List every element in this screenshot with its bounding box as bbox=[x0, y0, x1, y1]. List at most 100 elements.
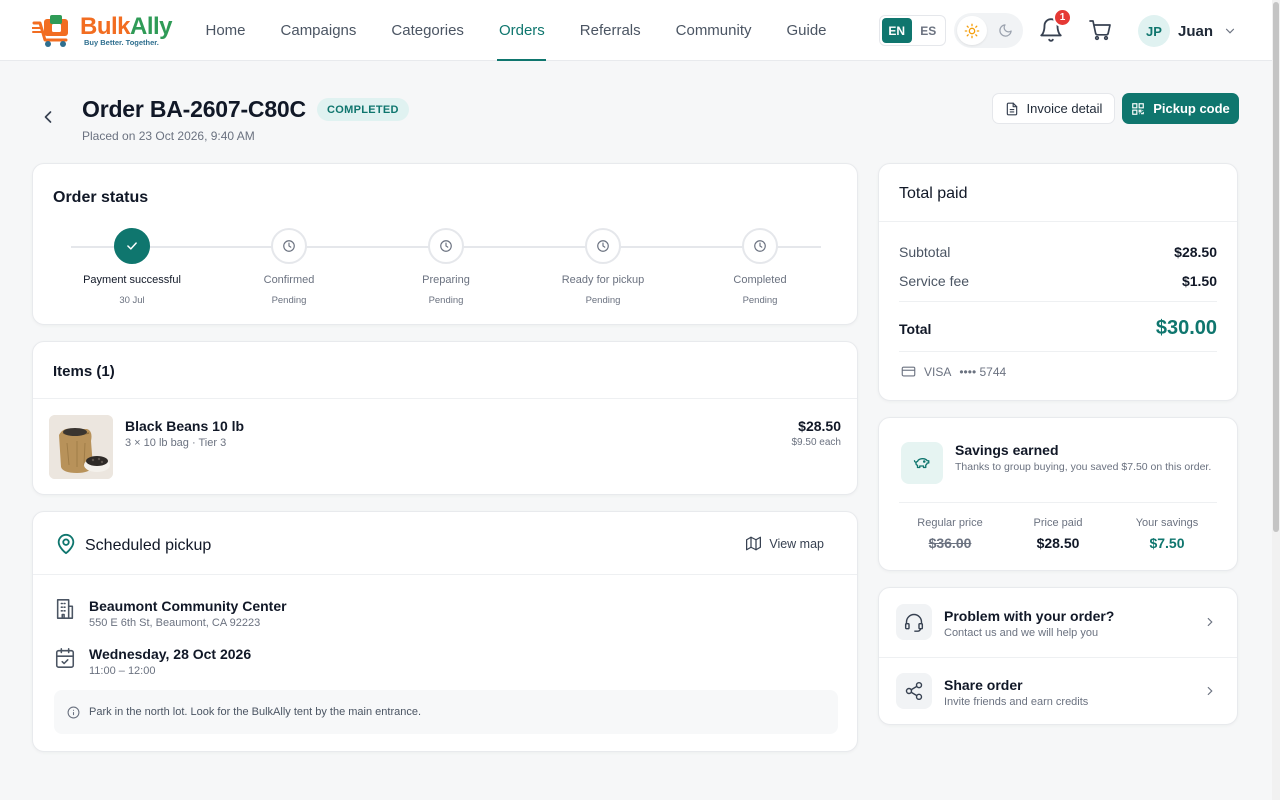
map-pin-icon bbox=[57, 533, 75, 555]
pickup-note-text: Park in the north lot. Look for the Bulk… bbox=[89, 706, 422, 718]
status-step-date: 30 Jul bbox=[119, 295, 145, 306]
status-step-label: Preparing bbox=[422, 274, 470, 286]
scrollbar-thumb[interactable] bbox=[1273, 2, 1279, 532]
invoice-detail-label: Invoice detail bbox=[1026, 101, 1103, 116]
pickup-time: 11:00 – 12:00 bbox=[89, 665, 156, 677]
total-value: $30.00 bbox=[1155, 317, 1217, 339]
nav-orders[interactable]: Orders bbox=[481, 0, 562, 61]
product-image[interactable] bbox=[49, 415, 113, 479]
pickup-location-address: 550 E 6th St, Beaumont, CA 92223 bbox=[89, 617, 261, 629]
share-subtitle: Invite friends and earn credits bbox=[944, 696, 1089, 708]
status-step-label: Completed bbox=[733, 274, 787, 286]
problem-title: Problem with your order? bbox=[944, 608, 1115, 624]
info-icon bbox=[67, 706, 80, 718]
pickup-code-button[interactable]: Pickup code bbox=[1122, 93, 1239, 124]
nav-categories[interactable]: Categories bbox=[374, 0, 482, 61]
shopping-cart-logo-icon bbox=[32, 15, 68, 47]
total-paid-card: Total paid Subtotal $28.50 Service fee $… bbox=[878, 163, 1238, 401]
check-icon bbox=[114, 228, 150, 264]
your-savings-col: Your savings $7.50 bbox=[1112, 517, 1222, 551]
nav-guide[interactable]: Guide bbox=[769, 0, 844, 61]
items-title: Items (1) bbox=[53, 363, 115, 380]
scheduled-pickup-card: Scheduled pickup View map Beaumont Commu… bbox=[32, 511, 858, 752]
divider bbox=[33, 574, 857, 575]
document-icon bbox=[1006, 102, 1017, 115]
status-step-date: Pending bbox=[271, 295, 307, 306]
clock-icon bbox=[585, 228, 621, 264]
view-map-label: View map bbox=[769, 536, 824, 551]
logo-wordmark-part1: Bulk bbox=[80, 13, 131, 40]
items-card: Items (1) Black Beans 10 lb 3 × 10 lb ba… bbox=[32, 341, 858, 495]
savings-description: Thanks to group buying, you saved $7.50 … bbox=[955, 461, 1212, 473]
lang-en-button[interactable]: EN bbox=[882, 18, 912, 43]
status-step-label: Payment successful bbox=[83, 274, 181, 286]
share-title: Share order bbox=[944, 677, 1023, 693]
main-nav: Home Campaigns Categories Orders Referra… bbox=[188, 0, 844, 61]
regular-price-label: Regular price bbox=[917, 517, 983, 529]
user-menu[interactable]: JP Juan bbox=[1138, 15, 1237, 47]
chevron-right-icon bbox=[1207, 617, 1213, 627]
status-step-date: Pending bbox=[742, 295, 778, 306]
problem-with-order-link[interactable]: Problem with your order? Contact us and … bbox=[879, 588, 1237, 656]
card-number-masked: •••• 5744 bbox=[959, 364, 1007, 379]
product-unit-price: $9.50 each bbox=[791, 437, 842, 448]
divider bbox=[879, 221, 1237, 222]
theme-toggle[interactable] bbox=[954, 13, 1023, 48]
view-map-button[interactable]: View map bbox=[746, 536, 824, 551]
chevron-down-icon bbox=[1225, 28, 1235, 34]
top-navigation-bar: BulkAlly Buy Better. Together. Home Camp… bbox=[0, 0, 1272, 61]
service-fee-row: Service fee $1.50 bbox=[899, 273, 1217, 289]
nav-campaigns[interactable]: Campaigns bbox=[263, 0, 374, 61]
status-step-label: Confirmed bbox=[263, 274, 315, 286]
help-card: Problem with your order? Contact us and … bbox=[878, 587, 1238, 725]
notification-badge: 1 bbox=[1053, 8, 1072, 27]
share-icon bbox=[896, 673, 932, 709]
headset-icon bbox=[896, 604, 932, 640]
nav-referrals[interactable]: Referrals bbox=[562, 0, 658, 61]
status-step-ready: Ready for pickup Pending bbox=[533, 228, 673, 306]
product-name[interactable]: Black Beans 10 lb bbox=[125, 418, 244, 434]
bulkally-logo[interactable]: BulkAlly Buy Better. Together. bbox=[32, 12, 182, 50]
payment-method: VISA •••• 5744 bbox=[901, 364, 1006, 379]
price-paid-value: $28.50 bbox=[1036, 535, 1080, 551]
placed-date: Placed on 23 Oct 2026, 9:40 AM bbox=[82, 129, 255, 143]
credit-card-icon bbox=[901, 366, 916, 377]
sun-icon[interactable] bbox=[957, 16, 987, 45]
lang-es-button[interactable]: ES bbox=[914, 18, 944, 43]
price-paid-label: Price paid bbox=[1033, 517, 1083, 529]
language-switcher: EN ES bbox=[879, 15, 946, 46]
pickup-note: Park in the north lot. Look for the Bulk… bbox=[54, 690, 838, 734]
calendar-check-icon bbox=[55, 648, 75, 668]
clock-icon bbox=[271, 228, 307, 264]
status-step-confirmed: Confirmed Pending bbox=[219, 228, 359, 306]
nav-community[interactable]: Community bbox=[658, 0, 769, 61]
logo-wordmark: BulkAlly bbox=[80, 13, 173, 40]
clock-icon bbox=[428, 228, 464, 264]
divider bbox=[899, 301, 1217, 302]
moon-icon[interactable] bbox=[991, 16, 1021, 45]
pickup-location-name: Beaumont Community Center bbox=[89, 598, 287, 614]
product-detail: 3 × 10 lb bag · Tier 3 bbox=[125, 437, 227, 449]
back-arrow-icon[interactable] bbox=[38, 107, 58, 127]
piggy-bank-icon bbox=[901, 442, 943, 484]
pickup-date: Wednesday, 28 Oct 2026 bbox=[89, 646, 252, 662]
total-row: Total $30.00 bbox=[899, 317, 1217, 340]
total-label: Total bbox=[899, 320, 932, 337]
nav-home[interactable]: Home bbox=[188, 0, 263, 61]
order-status-title: Order status bbox=[53, 189, 149, 206]
status-step-payment: Payment successful 30 Jul bbox=[62, 228, 202, 306]
status-step-completed: Completed Pending bbox=[690, 228, 830, 306]
page-scrollbar[interactable] bbox=[1272, 0, 1280, 800]
share-order-link[interactable]: Share order Invite friends and earn cred… bbox=[879, 657, 1237, 725]
regular-price-value: $36.00 bbox=[928, 535, 972, 551]
avatar: JP bbox=[1138, 15, 1170, 47]
cart-icon[interactable] bbox=[1088, 18, 1112, 42]
divider bbox=[899, 502, 1217, 503]
invoice-detail-button[interactable]: Invoice detail bbox=[992, 93, 1115, 124]
user-name: Juan bbox=[1178, 22, 1214, 40]
your-savings-value: $7.50 bbox=[1149, 535, 1185, 551]
subtotal-row: Subtotal $28.50 bbox=[899, 244, 1217, 260]
logo-wordmark-part2: Ally bbox=[130, 13, 173, 40]
status-step-preparing: Preparing Pending bbox=[376, 228, 516, 306]
clock-icon bbox=[742, 228, 778, 264]
